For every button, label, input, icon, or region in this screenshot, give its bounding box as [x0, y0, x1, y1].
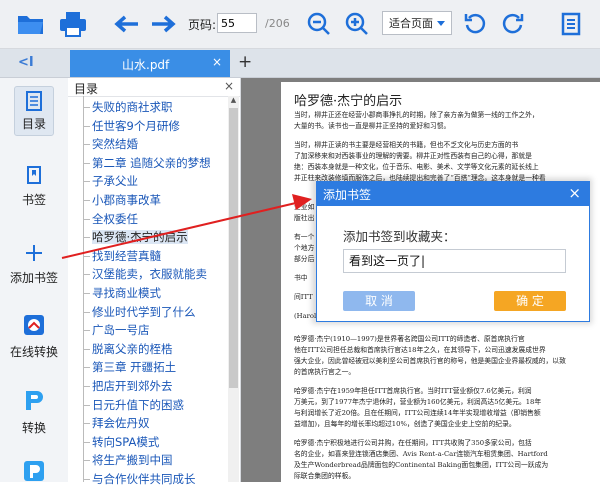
dialog-header: 添加书签 × — [317, 182, 589, 206]
ok-button[interactable]: 确 定 — [494, 291, 566, 311]
close-icon[interactable]: × — [568, 184, 581, 202]
cancel-button[interactable]: 取 消 — [343, 291, 415, 311]
dialog-label: 添加书签到收藏夹： — [343, 229, 456, 244]
bookmark-name-input[interactable]: 看到这一页了| — [343, 249, 566, 273]
add-bookmark-dialog: 添加书签 × 添加书签到收藏夹： 看到这一页了| 取 消 确 定 — [316, 181, 590, 322]
dialog-title: 添加书签 — [323, 188, 372, 202]
